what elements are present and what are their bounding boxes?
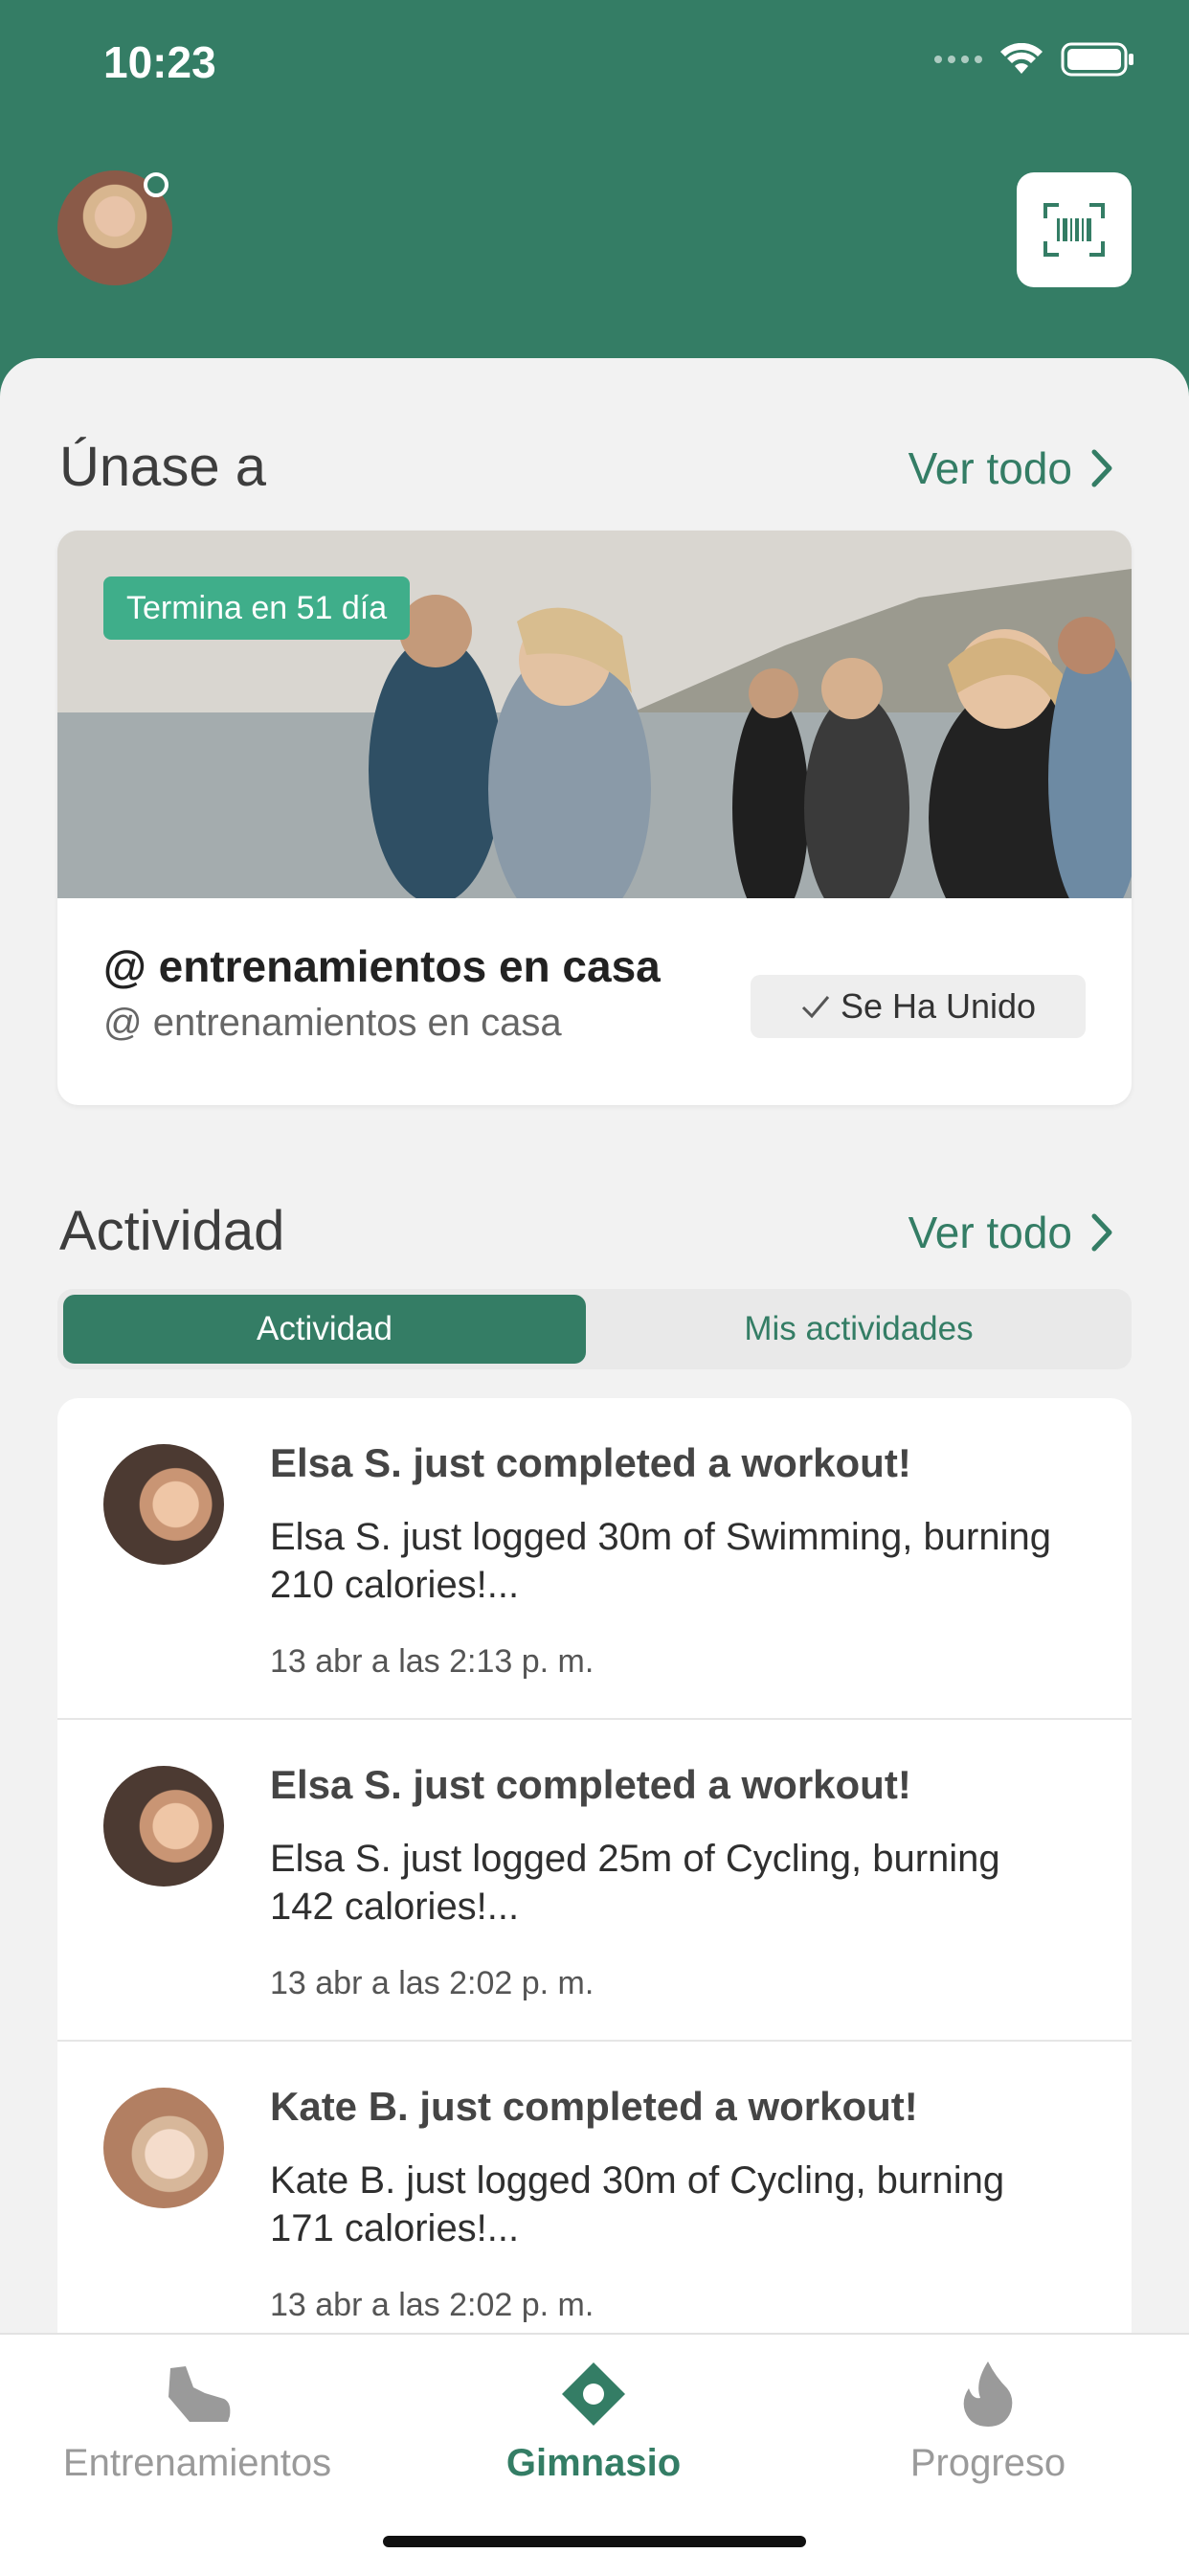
- activity-body: Kate B. just logged 30m of Cycling, burn…: [270, 2159, 1005, 2249]
- join-section-title: Únase a: [59, 436, 267, 498]
- tab-workouts[interactable]: Entrenamientos: [6, 2356, 389, 2485]
- battery-icon: [1061, 42, 1133, 77]
- activity-time: 13 abr a las 2:13 p. m.: [270, 1643, 594, 1680]
- activity-body: Elsa S. just logged 30m of Swimming, bur…: [270, 1516, 1051, 1606]
- flame-icon: [963, 2361, 1013, 2427]
- status-icons: [934, 42, 1135, 77]
- activity-body: Elsa S. just logged 25m of Cycling, burn…: [270, 1838, 1000, 1928]
- activity-time: 13 abr a las 2:02 p. m.: [270, 2287, 594, 2323]
- challenge-title: @ entrenamientos en casa: [103, 941, 661, 991]
- activity-title: Kate B. just completed a workout!: [270, 2084, 918, 2129]
- activity-feed: Elsa S. just completed a workout! Elsa S…: [57, 1398, 1132, 2363]
- challenge-image: Termina en 51 día: [57, 531, 1132, 898]
- avatar: [103, 1766, 224, 1887]
- home-indicator: [383, 2536, 806, 2547]
- list-item[interactable]: Kate B. just completed a workout! Kate B…: [57, 2042, 1132, 2363]
- status-time: 10:23: [103, 37, 216, 87]
- barcode-scan-button[interactable]: [1017, 172, 1132, 287]
- joined-label: Se Ha Unido: [840, 986, 1037, 1026]
- activity-see-all-link[interactable]: Ver todo: [909, 1207, 1112, 1258]
- activity-section-title: Actividad: [59, 1200, 285, 1262]
- see-all-label: Ver todo: [908, 1208, 1072, 1257]
- online-status-dot: [144, 172, 168, 197]
- activity-title: Elsa S. just completed a workout!: [270, 1762, 911, 1807]
- see-all-label: Ver todo: [908, 443, 1072, 493]
- join-see-all-link[interactable]: Ver todo: [909, 442, 1112, 494]
- tab-gym[interactable]: Gimnasio: [402, 2356, 785, 2485]
- location-pin-icon: [562, 2362, 625, 2426]
- barcode-scan-icon: [1043, 203, 1105, 257]
- avatar: [103, 2088, 224, 2208]
- tab-progress[interactable]: Progreso: [796, 2356, 1179, 2485]
- challenge-subtitle: @ entrenamientos en casa: [103, 1002, 562, 1044]
- header: 10:23: [0, 0, 1189, 402]
- avatar: [103, 1444, 224, 1565]
- main-content: Únase a Ver todo Termina en 51 día @ ent…: [0, 358, 1189, 2574]
- tab-activity[interactable]: Actividad: [63, 1295, 586, 1364]
- checkmark-icon: [801, 996, 830, 1019]
- activity-title: Elsa S. just completed a workout!: [270, 1440, 911, 1485]
- activity-segmented-control: Actividad Mis actividades: [57, 1289, 1132, 1369]
- list-item[interactable]: Elsa S. just completed a workout! Elsa S…: [57, 1398, 1132, 1720]
- chevron-right-icon: [1091, 449, 1112, 487]
- challenge-ends-badge: Termina en 51 día: [103, 576, 411, 640]
- tab-label: Progreso: [909, 2442, 1066, 2484]
- chevron-right-icon: [1091, 1213, 1112, 1252]
- activity-time: 13 abr a las 2:02 p. m.: [270, 1965, 594, 2001]
- tab-my-activities[interactable]: Mis actividades: [592, 1295, 1126, 1364]
- tab-label: Gimnasio: [505, 2442, 682, 2484]
- cellular-signal-icon: [934, 56, 982, 63]
- wifi-icon: [1000, 43, 1043, 74]
- list-item[interactable]: Elsa S. just completed a workout! Elsa S…: [57, 1720, 1132, 2042]
- joined-button[interactable]: Se Ha Unido: [751, 975, 1086, 1038]
- shoe-icon: [168, 2366, 231, 2422]
- challenge-card[interactable]: Termina en 51 día @ entrenamientos en ca…: [57, 531, 1132, 1105]
- tab-label: Entrenamientos: [62, 2442, 332, 2484]
